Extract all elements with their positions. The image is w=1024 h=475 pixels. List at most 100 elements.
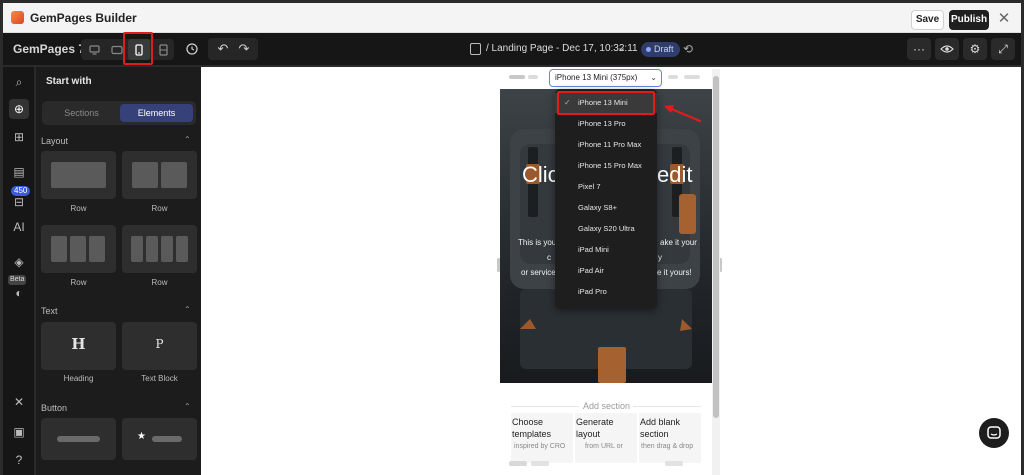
footer-placeholder	[531, 461, 549, 466]
card-label: Heading	[63, 374, 94, 383]
footer-placeholder	[665, 461, 683, 466]
hero-text-line2-right: y	[658, 253, 662, 262]
apps-icon[interactable]: ▣	[9, 422, 29, 442]
library-icon[interactable]: ⊟	[9, 192, 29, 212]
option-title: Add blank section	[640, 417, 681, 439]
button-with-icon-card[interactable]: ★	[122, 418, 197, 460]
device-select-value: iPhone 13 Mini (375px)	[555, 73, 638, 82]
redo-icon[interactable]: ↷	[236, 41, 252, 57]
device-select[interactable]: iPhone 13 Mini (375px) ⌄	[549, 69, 662, 87]
more-options-icon[interactable]: ···	[907, 38, 931, 60]
elements-panel: Start with Sections Elements Layout ⌃ Ro…	[36, 67, 201, 475]
status-badge: Draft	[641, 42, 680, 57]
header-placeholder	[668, 75, 678, 79]
option-subtitle: then drag & drop	[641, 443, 694, 450]
card-label: Row	[70, 204, 87, 213]
help-icon[interactable]: ?	[9, 450, 29, 470]
device-option[interactable]: Pixel 7	[555, 177, 657, 197]
device-dropdown: ✓ iPhone 13 Mini iPhone 13 Pro iPhone 11…	[555, 89, 657, 309]
preview-eye-icon[interactable]	[935, 38, 959, 60]
device-option[interactable]: iPad Air	[555, 261, 657, 281]
row-2col-card[interactable]	[122, 151, 197, 199]
chevron-down-icon: ⌄	[650, 73, 657, 82]
add-element-icon[interactable]: ⊕	[9, 99, 29, 119]
chevron-up-icon[interactable]: ⌃	[184, 135, 191, 144]
annotation-arrow-icon	[664, 105, 702, 123]
publish-button[interactable]: Publish	[949, 10, 989, 30]
top-toolbar: GemPages 7 ↶ ↷ / Landing Page - Dec 17, …	[3, 33, 1021, 66]
row-4col-card[interactable]	[122, 225, 197, 273]
chat-support-button[interactable]	[979, 418, 1009, 448]
add-section-label[interactable]: Add section	[583, 401, 630, 411]
close-icon[interactable]: ✕	[996, 10, 1012, 28]
row-3col-card[interactable]	[41, 225, 116, 273]
selected-device-highlight	[557, 91, 655, 115]
header-placeholder	[684, 75, 700, 79]
hero-text-line2-left: c	[547, 253, 551, 262]
device-option[interactable]: iPhone 11 Pro Max	[555, 135, 657, 155]
heading-glyph: H	[71, 335, 86, 353]
chevron-up-icon[interactable]: ⌃	[184, 402, 191, 411]
row-1col-card[interactable]	[41, 151, 116, 199]
app-window: GemPages Builder Save Publish ✕ GemPages…	[0, 0, 1024, 475]
text-block-card[interactable]: P	[122, 322, 197, 370]
paragraph-glyph: P	[155, 337, 164, 351]
device-option[interactable]: iPhone 13 Pro	[555, 114, 657, 134]
brand-name: GemPages 7	[13, 42, 86, 56]
add-blank-section-option[interactable]: Add blank section then drag & drop	[639, 413, 701, 463]
app-title: GemPages Builder	[30, 11, 137, 25]
hero-title-right: edit	[657, 162, 693, 187]
option-title: Choose templates	[512, 417, 552, 439]
button-card[interactable]	[41, 418, 116, 460]
history-icon[interactable]	[185, 42, 199, 56]
add-section-divider	[633, 406, 701, 407]
components-icon[interactable]: ⊞	[9, 127, 29, 147]
chevron-down-icon[interactable]: ⌄	[617, 41, 626, 54]
fullwidth-view-icon[interactable]	[152, 39, 174, 60]
layers-icon[interactable]: ◈	[9, 252, 29, 272]
title-bar: GemPages Builder Save Publish ✕	[3, 3, 1021, 33]
device-option[interactable]: iPad Mini	[555, 240, 657, 260]
page-title[interactable]: / Landing Page - Dec 17, 10:32:11	[486, 43, 638, 54]
integrations-icon[interactable]: ✕	[9, 392, 29, 412]
footer-placeholder	[509, 461, 527, 466]
device-option[interactable]: Galaxy S8+	[555, 198, 657, 218]
tab-elements[interactable]: Elements	[120, 104, 193, 122]
tab-sections[interactable]: Sections	[45, 104, 118, 122]
mobile-view-highlight	[123, 32, 153, 65]
generate-layout-option[interactable]: Generate layout from URL or	[575, 413, 637, 463]
collaboration-icon[interactable]: ⟲	[683, 42, 697, 56]
device-option[interactable]: iPad Pro	[555, 282, 657, 302]
theme-icon[interactable]: ◐	[9, 283, 29, 303]
star-icon: ★	[137, 431, 146, 442]
choose-templates-option[interactable]: Choose templates inspired by CRO	[511, 413, 573, 463]
panel-title: Start with	[46, 76, 92, 87]
expand-icon[interactable]: ⤢	[991, 38, 1015, 60]
undo-icon[interactable]: ↶	[215, 41, 231, 57]
device-option[interactable]: iPhone 15 Pro Max	[555, 156, 657, 176]
header-placeholder	[509, 75, 525, 79]
chevron-up-icon[interactable]: ⌃	[184, 305, 191, 314]
undo-redo-group: ↶ ↷	[208, 38, 258, 60]
desktop-view-icon[interactable]	[83, 39, 105, 60]
chat-bubble-icon	[987, 426, 1001, 439]
settings-gear-icon[interactable]: ⚙	[963, 38, 987, 60]
status-badge-label: Draft	[654, 44, 674, 54]
option-subtitle: from URL or	[585, 443, 623, 450]
page-icon	[470, 43, 481, 55]
card-label: Row	[151, 278, 168, 287]
status-dot-icon	[646, 47, 651, 52]
left-rail: ⌕ ⊕ ⊞ ▤ 450 ⊟ AI ◈ Beta ◐ ✕ ▣ ?	[3, 67, 35, 475]
preview-scrollbar-thumb[interactable]	[713, 76, 719, 418]
heading-card[interactable]: H	[41, 322, 116, 370]
header-placeholder	[528, 75, 538, 79]
pages-icon[interactable]: ▤	[9, 162, 29, 182]
save-button[interactable]: Save	[911, 10, 944, 30]
option-subtitle: inspired by CRO	[514, 443, 566, 450]
search-icon[interactable]: ⌕	[9, 72, 29, 92]
hero-title-left: Clic	[522, 162, 559, 187]
device-option[interactable]: Galaxy S20 Ultra	[555, 219, 657, 239]
hero-text-line3-right: e it yours!	[657, 268, 692, 277]
group-button-title: Button	[41, 403, 68, 413]
ai-icon[interactable]: AI	[9, 217, 29, 237]
